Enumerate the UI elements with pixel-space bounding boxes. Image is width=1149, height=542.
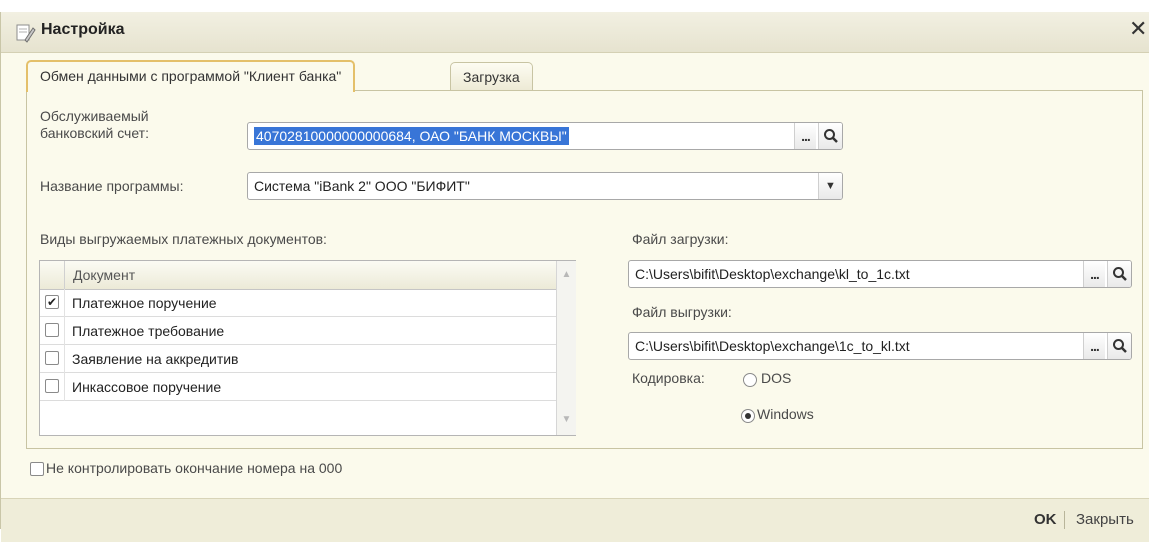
row-checkbox[interactable] (45, 379, 59, 393)
settings-tool-icon (16, 24, 36, 43)
title-bar: Настройка ✕ (1, 12, 1149, 53)
export-file-label: Файл выгрузки: (632, 304, 732, 320)
row-label: Заявление на аккредитив (72, 351, 239, 367)
check-icon: ✔ (46, 295, 58, 309)
program-label: Название программы: (40, 178, 184, 194)
scroll-down-icon[interactable]: ▼ (557, 411, 576, 429)
window-title: Настройка (41, 21, 125, 38)
export-file-value: C:\Users\bifit\Desktop\exchange\1c_to_kl… (635, 338, 910, 354)
program-value: Система "iBank 2" ООО "БИФИТ" (254, 178, 470, 194)
tab-exchange[interactable]: Обмен данными с программой "Клиент банка… (26, 60, 356, 92)
radio-dos-label[interactable]: DOS (761, 370, 791, 386)
export-file-input[interactable]: C:\Users\bifit\Desktop\exchange\1c_to_kl… (628, 332, 1132, 360)
chevron-down-icon[interactable]: ▼ (818, 173, 842, 199)
radio-windows-label[interactable]: Windows (757, 406, 814, 422)
row-label: Платежное требование (72, 323, 225, 339)
search-icon (823, 129, 838, 143)
import-file-value: C:\Users\bifit\Desktop\exchange\kl_to_1c… (635, 266, 910, 282)
row-label: Платежное поручение (72, 295, 217, 311)
tab-import[interactable]: Загрузка (450, 62, 533, 92)
row-checkbox[interactable] (45, 351, 59, 365)
close-icon[interactable]: ✕ (1129, 18, 1147, 40)
column-header-document[interactable]: Документ (73, 267, 135, 283)
documents-table: Документ ✔ Платежное поручение Платежное… (39, 260, 576, 436)
account-ellipsis-button[interactable]: ... (794, 123, 816, 149)
radio-windows[interactable] (741, 409, 755, 423)
footer-separator (1064, 511, 1065, 529)
import-search-button[interactable] (1107, 261, 1131, 287)
close-button[interactable]: Закрыть (1076, 511, 1134, 528)
table-scrollbar[interactable]: ▲ ▼ (556, 261, 576, 435)
ok-button[interactable]: OK (1034, 511, 1057, 528)
account-value: 40702810000000000684, ОАО "БАНК МОСКВЫ" (254, 127, 569, 145)
table-row[interactable]: Платежное требование (40, 317, 556, 345)
no-control-label[interactable]: Не контролировать окончание номера на 00… (46, 460, 342, 476)
table-row[interactable]: Заявление на аккредитив (40, 345, 556, 373)
program-select[interactable]: Система "iBank 2" ООО "БИФИТ" ▼ (247, 172, 843, 200)
radio-dos[interactable] (743, 373, 757, 387)
account-label-line1: Обслуживаемый (40, 108, 149, 124)
documents-label: Виды выгружаемых платежных документов: (40, 231, 327, 247)
documents-table-header: Документ (40, 261, 575, 290)
export-ellipsis-button[interactable]: ... (1083, 333, 1105, 359)
scroll-up-icon[interactable]: ▲ (557, 266, 576, 284)
search-icon (1112, 267, 1127, 281)
import-ellipsis-button[interactable]: ... (1083, 261, 1105, 287)
import-file-label: Файл загрузки: (632, 231, 729, 247)
account-search-button[interactable] (818, 123, 842, 149)
no-control-checkbox[interactable] (30, 462, 44, 476)
export-search-button[interactable] (1107, 333, 1131, 359)
row-checkbox[interactable] (45, 323, 59, 337)
table-row[interactable]: ✔ Платежное поручение (40, 289, 556, 317)
account-input[interactable]: 40702810000000000684, ОАО "БАНК МОСКВЫ" … (247, 122, 843, 150)
row-label: Инкассовое поручение (72, 379, 222, 395)
table-row[interactable]: Инкассовое поручение (40, 373, 556, 401)
dialog-footer: OK Закрыть (1, 498, 1149, 542)
row-checkbox[interactable]: ✔ (45, 295, 59, 309)
search-icon (1112, 339, 1127, 353)
settings-window: Настройка ✕ Обмен данными с программой "… (0, 12, 1149, 542)
account-label-line2: банковский счет: (40, 125, 149, 141)
import-file-input[interactable]: C:\Users\bifit\Desktop\exchange\kl_to_1c… (628, 260, 1132, 288)
encoding-label: Кодировка: (632, 370, 705, 386)
